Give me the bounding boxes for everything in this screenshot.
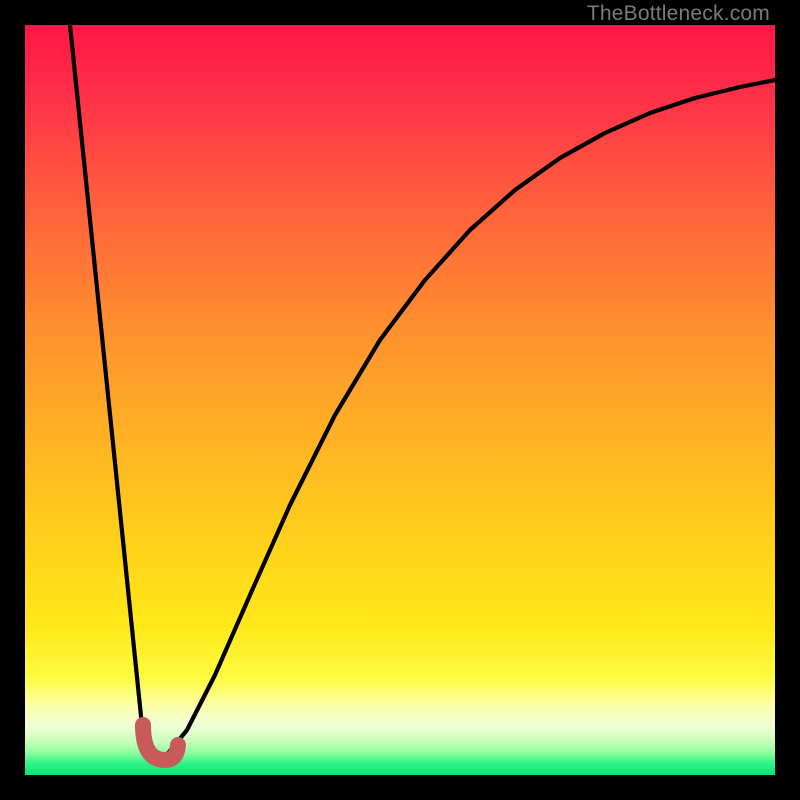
watermark-text: TheBottleneck.com	[587, 2, 770, 26]
bottleneck-curve	[70, 25, 775, 757]
curve-layer	[25, 25, 775, 775]
chart-container: TheBottleneck.com	[0, 0, 800, 800]
plot-area	[25, 25, 775, 775]
optimal-zone-marker	[143, 725, 178, 760]
